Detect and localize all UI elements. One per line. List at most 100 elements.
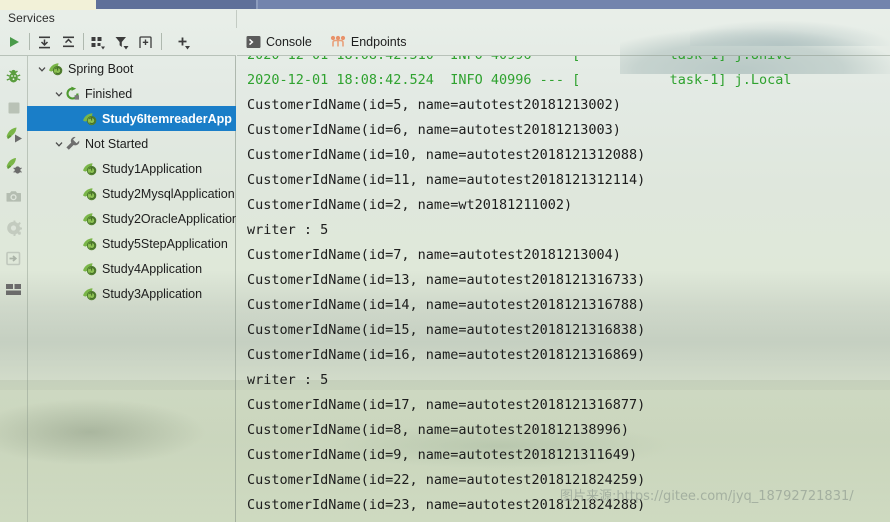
tree-item-label: Study4Application <box>102 261 203 276</box>
export-button[interactable] <box>3 248 24 269</box>
tree-item-label: Study2OracleApplication <box>102 211 236 226</box>
show-configurations-button[interactable] <box>136 32 156 52</box>
services-title-bar: Services <box>0 10 890 28</box>
console-line: CustomerIdName(id=2, name=wt20181211002) <box>247 197 573 213</box>
console-line: CustomerIdName(id=7, name=autotest201812… <box>247 247 621 263</box>
tree-rows: Spring Boot Finished Study6ItemreaderApp No… <box>27 56 236 306</box>
console-line: 2020-12-01 18:08:42.524 INFO 40996 --- [… <box>247 72 792 88</box>
window-top-strip <box>0 0 890 10</box>
layout-button[interactable] <box>3 279 24 300</box>
services-tree[interactable]: Spring Boot Finished Study6ItemreaderApp No… <box>27 56 236 522</box>
console-line: CustomerIdName(id=9, name=autotest201812… <box>247 447 638 463</box>
filter-icon <box>115 36 129 49</box>
console-line: CustomerIdName(id=13, name=autotest20181… <box>247 272 646 288</box>
tree-item-study2mysqlapplication[interactable]: Study2MysqlApplication <box>27 181 236 206</box>
debug-tool-button[interactable] <box>3 66 24 87</box>
tree-item-label: Study1Application <box>102 161 203 176</box>
spring-boot-icon <box>82 161 98 176</box>
screenshot-button[interactable] <box>3 186 24 207</box>
console-line: writer : 5 <box>247 372 329 388</box>
expand-all-button[interactable] <box>34 32 54 52</box>
tree-item-label: Study3Application <box>102 286 203 301</box>
page-title: Services <box>8 11 55 25</box>
editor-tab-stub[interactable] <box>0 0 96 10</box>
tree-item-label: Not Started <box>85 136 149 151</box>
add-service-button[interactable] <box>174 32 194 52</box>
tree-item-finished[interactable]: Finished <box>27 81 236 106</box>
console-line: writer : 5 <box>247 222 329 238</box>
run-dashboard-button[interactable] <box>3 124 24 145</box>
group-by-button[interactable] <box>88 32 108 52</box>
spring-boot-icon <box>82 236 98 251</box>
chevron-down-icon[interactable] <box>52 137 65 150</box>
group-by-icon <box>91 36 105 49</box>
chevron-down-icon[interactable] <box>35 62 48 75</box>
stop-square-icon <box>8 102 19 113</box>
settings-button[interactable] <box>3 217 24 238</box>
console-line: CustomerIdName(id=16, name=autotest20181… <box>247 347 646 363</box>
console-line: CustomerIdName(id=6, name=autotest201812… <box>247 122 621 138</box>
add-tab-icon <box>139 35 152 48</box>
console-line: CustomerIdName(id=15, name=autotest20181… <box>247 322 646 338</box>
console-line: CustomerIdName(id=8, name=autotest201812… <box>247 422 630 438</box>
wrench-icon <box>65 136 81 151</box>
window-title-bar-notch <box>256 0 258 9</box>
rerun-button[interactable] <box>4 32 24 52</box>
tree-item-study5stepapplication[interactable]: Study5StepApplication <box>27 231 236 256</box>
console-line: CustomerIdName(id=22, name=autotest20181… <box>247 472 646 488</box>
expand-all-icon <box>38 36 50 48</box>
window-title-bar[interactable] <box>96 0 890 9</box>
toolbar-divider-1 <box>29 33 30 50</box>
toolbar-divider-2 <box>83 33 84 50</box>
tree-item-study4application[interactable]: Study4Application <box>27 256 236 281</box>
tree-item-spring-boot[interactable]: Spring Boot <box>27 56 236 81</box>
console-panel: ConsoleEndpoints 2020-12-01 18:08:42.510… <box>237 28 890 522</box>
console-line: CustomerIdName(id=11, name=autotest20181… <box>247 172 646 188</box>
play-icon <box>10 37 19 47</box>
tree-item-study6itemreaderapp[interactable]: Study6ItemreaderApp <box>27 106 236 131</box>
tree-item-label: Study6ItemreaderApp <box>102 111 232 126</box>
debug-rocket-button[interactable] <box>3 155 24 176</box>
filter-button[interactable] <box>112 32 132 52</box>
tree-item-study3application[interactable]: Study3Application <box>27 281 236 306</box>
spring-boot-icon <box>82 286 98 301</box>
toolbar-divider-3 <box>161 33 162 50</box>
window-title-bar-segment <box>258 0 890 9</box>
console-line: CustomerIdName(id=23, name=autotest20181… <box>247 497 646 513</box>
collapse-all-button[interactable] <box>58 32 78 52</box>
layout-icon <box>6 284 21 295</box>
rerun-green-icon <box>65 86 81 101</box>
spring-boot-icon <box>82 186 98 201</box>
camera-icon <box>6 191 21 202</box>
stop-button[interactable] <box>3 97 24 118</box>
console-output[interactable]: 2020-12-01 18:08:42.510 INFO 40996 --- [… <box>237 56 890 522</box>
tree-item-label: Finished <box>85 86 133 101</box>
debug-rocket-icon <box>6 157 22 174</box>
tree-item-label: Study5StepApplication <box>102 236 228 251</box>
tree-item-not-started[interactable]: Not Started <box>27 131 236 156</box>
tree-item-label: Spring Boot <box>68 61 134 76</box>
spring-boot-icon <box>48 61 64 76</box>
console-line: CustomerIdName(id=14, name=autotest20181… <box>247 297 646 313</box>
console-line: CustomerIdName(id=17, name=autotest20181… <box>247 397 646 413</box>
spring-boot-icon <box>82 111 98 126</box>
tree-item-study1application[interactable]: Study1Application <box>27 156 236 181</box>
title-divider <box>236 10 237 28</box>
bug-icon <box>6 69 21 83</box>
tree-item-study2oracleapplication[interactable]: Study2OracleApplication <box>27 206 236 231</box>
gear-icon <box>7 220 22 236</box>
chevron-down-icon[interactable] <box>52 87 65 100</box>
